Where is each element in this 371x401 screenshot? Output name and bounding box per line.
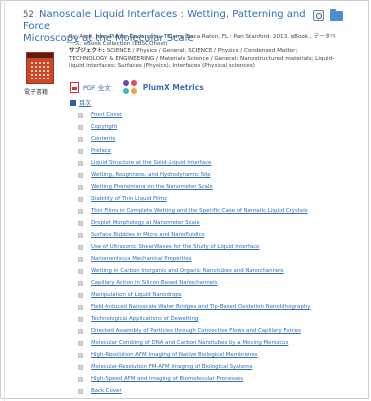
- checkbox-icon[interactable]: [78, 172, 83, 178]
- toc-item: Capillary Action in Silicon-Based Nanoch…: [78, 277, 311, 289]
- record-tools: [313, 8, 343, 21]
- toc-link[interactable]: Thin Films in Complete Wetting and the S…: [91, 208, 308, 214]
- subject-label: サブジェクト:: [69, 48, 105, 55]
- plumx-metrics-link[interactable]: PlumX Metrics: [143, 83, 204, 92]
- checkbox-icon[interactable]: [78, 328, 83, 334]
- toc-item: High-Resolution AFM Imaging of Native Bi…: [78, 349, 311, 361]
- toc-link[interactable]: Technological Applications of Dewetting: [91, 316, 198, 322]
- checkbox-icon[interactable]: [78, 244, 83, 250]
- checkbox-icon[interactable]: [78, 148, 83, 154]
- checkbox-icon[interactable]: [78, 316, 83, 322]
- toc-link[interactable]: Molecular-Resolution FM-AFM Imaging of B…: [91, 364, 253, 370]
- toc-item: Technological Applications of Dewetting: [78, 313, 311, 325]
- checkbox-icon[interactable]: [78, 232, 83, 238]
- checkbox-icon[interactable]: [78, 352, 83, 358]
- toc-link[interactable]: Wetting in Carbon Inorganic and Organic …: [91, 268, 284, 274]
- toc-item: Manipulation of Liquid Nanodrops: [78, 289, 311, 301]
- checkbox-icon[interactable]: [78, 340, 83, 346]
- toc-link[interactable]: High-Resolution AFM Imaging of Native Bi…: [91, 352, 257, 358]
- toc-link[interactable]: Preface: [91, 148, 111, 154]
- magnifier-icon[interactable]: [313, 10, 324, 21]
- checkbox-icon[interactable]: [78, 304, 83, 310]
- toc-link[interactable]: Back Cover: [91, 388, 122, 394]
- toc-link[interactable]: Directed Assembly of Particles through C…: [91, 328, 301, 334]
- checkbox-icon[interactable]: [78, 376, 83, 382]
- toc-item: Liquid Structure at the Solid–Liquid Int…: [78, 157, 311, 169]
- toc-item: Stability of Thin Liquid Films: [78, 193, 311, 205]
- toc-item: Copyright: [78, 121, 311, 133]
- toc-item: Use of Ultrasonic ShearWaves for the Stu…: [78, 241, 311, 253]
- toc-item: Field-Induced Nanoscale Water Bridges an…: [78, 301, 311, 313]
- subject-text-1: SCIENCE / Physics / General; SCIENCE / P…: [106, 48, 298, 55]
- checkbox-icon[interactable]: [78, 256, 83, 262]
- toc-link[interactable]: Nanomeniscus Mechanical Properties: [91, 256, 192, 262]
- checkbox-icon[interactable]: [78, 388, 83, 394]
- subjects: サブジェクト: SCIENCE / Physics / General; SCI…: [69, 48, 361, 55]
- toc-link[interactable]: Front Cover: [91, 112, 122, 118]
- checkbox-icon[interactable]: [78, 364, 83, 370]
- checkbox-icon[interactable]: [78, 292, 83, 298]
- checkbox-icon[interactable]: [78, 160, 83, 166]
- toc-item: Preface: [78, 145, 311, 157]
- checkbox-icon[interactable]: [78, 220, 83, 226]
- checkbox-icon[interactable]: [78, 268, 83, 274]
- toc-link[interactable]: Capillary Action in Silicon-Based Nanoch…: [91, 280, 217, 286]
- toc-item: Wetting, Roughness, and Hydrodynamic Sli…: [78, 169, 311, 181]
- pdf-icon[interactable]: [70, 81, 79, 93]
- toc-link[interactable]: Surface Bubbles in Micro and Nanofluidic…: [91, 232, 204, 238]
- folder-icon[interactable]: [330, 8, 343, 21]
- toc-item: Surface Bubbles in Micro and Nanofluidic…: [78, 229, 311, 241]
- record-title-line-1: 52 Nanoscale Liquid Interfaces : Wetting…: [23, 9, 323, 33]
- checkbox-icon[interactable]: [78, 184, 83, 190]
- toc-item: Front Cover: [78, 109, 311, 121]
- checkbox-icon[interactable]: [78, 112, 83, 118]
- toc-item: Wetting Phenomena on the Nanometer Scale: [78, 181, 311, 193]
- toc-link[interactable]: Use of Ultrasonic ShearWaves for the Stu…: [91, 244, 259, 250]
- table-of-contents: Front Cover Copyright Contents Preface L…: [78, 109, 311, 397]
- subject-text-2: TECHNOLOGY & ENGINEERING / Materials Sci…: [69, 55, 335, 62]
- toc-link[interactable]: Copyright: [91, 124, 117, 130]
- toc-link[interactable]: Molecular Combing of DNA and Carbon Nano…: [91, 340, 288, 346]
- toc-item: Directed Assembly of Particles through C…: [78, 325, 311, 337]
- toc-link[interactable]: Manipulation of Liquid Nanodrops: [91, 292, 182, 298]
- checkbox-icon[interactable]: [78, 208, 83, 214]
- left-divider: [4, 2, 5, 401]
- toc-link[interactable]: Droplet Morphology at Nanometer Scale: [91, 220, 200, 226]
- toc-item: Nanomeniscus Mechanical Properties: [78, 253, 311, 265]
- toc-item: High-Speed AFM and Imaging of Biomolecul…: [78, 373, 311, 385]
- record-metadata: By: Amé, Jean-Pierre; Ondarçuhu, Thierry…: [69, 34, 361, 70]
- toc-link[interactable]: Wetting Phenomena on the Nanometer Scale: [91, 184, 213, 190]
- record-number: 52: [23, 10, 34, 20]
- toc-item: Contents: [78, 133, 311, 145]
- toc-toggle-label[interactable]: 目次: [79, 98, 91, 107]
- toc-link[interactable]: Stability of Thin Liquid Films: [91, 196, 167, 202]
- toc-link[interactable]: Liquid Structure at the Solid–Liquid Int…: [91, 160, 211, 166]
- checkbox-icon[interactable]: [78, 280, 83, 286]
- toc-link[interactable]: High-Speed AFM and Imaging of Biomolecul…: [91, 376, 243, 382]
- toc-link[interactable]: Field-Induced Nanoscale Water Bridges an…: [91, 304, 311, 310]
- toc-link[interactable]: Contents: [91, 136, 115, 142]
- toc-item: Wetting in Carbon Inorganic and Organic …: [78, 265, 311, 277]
- checkbox-icon[interactable]: [78, 136, 83, 142]
- record-title-link[interactable]: Nanoscale Liquid Interfaces : Wetting, P…: [23, 9, 306, 32]
- subject-text-3: liquid interfaces; Surfaces (Physics); I…: [69, 62, 255, 69]
- full-text-links: PDF 全文 PlumX Metrics: [70, 80, 204, 94]
- toggle-icon[interactable]: [70, 99, 76, 106]
- toc-item: Molecular Combing of DNA and Carbon Nano…: [78, 337, 311, 349]
- pdf-full-text-link[interactable]: PDF 全文: [83, 82, 111, 92]
- toc-item: Droplet Morphology at Nanometer Scale: [78, 217, 311, 229]
- checkbox-icon[interactable]: [78, 196, 83, 202]
- toc-item: Back Cover: [78, 385, 311, 397]
- toc-item: Thin Films in Complete Wetting and the S…: [78, 205, 311, 217]
- checkbox-icon[interactable]: [78, 124, 83, 130]
- plumx-icon[interactable]: [122, 80, 137, 94]
- toc-toggle[interactable]: 目次: [70, 98, 91, 107]
- book-cover-icon[interactable]: [26, 52, 54, 84]
- cover-label: 電子書籍: [24, 89, 49, 96]
- toc-item: Molecular-Resolution FM-AFM Imaging of B…: [78, 361, 311, 373]
- toc-link[interactable]: Wetting, Roughness, and Hydrodynamic Sli…: [91, 172, 211, 178]
